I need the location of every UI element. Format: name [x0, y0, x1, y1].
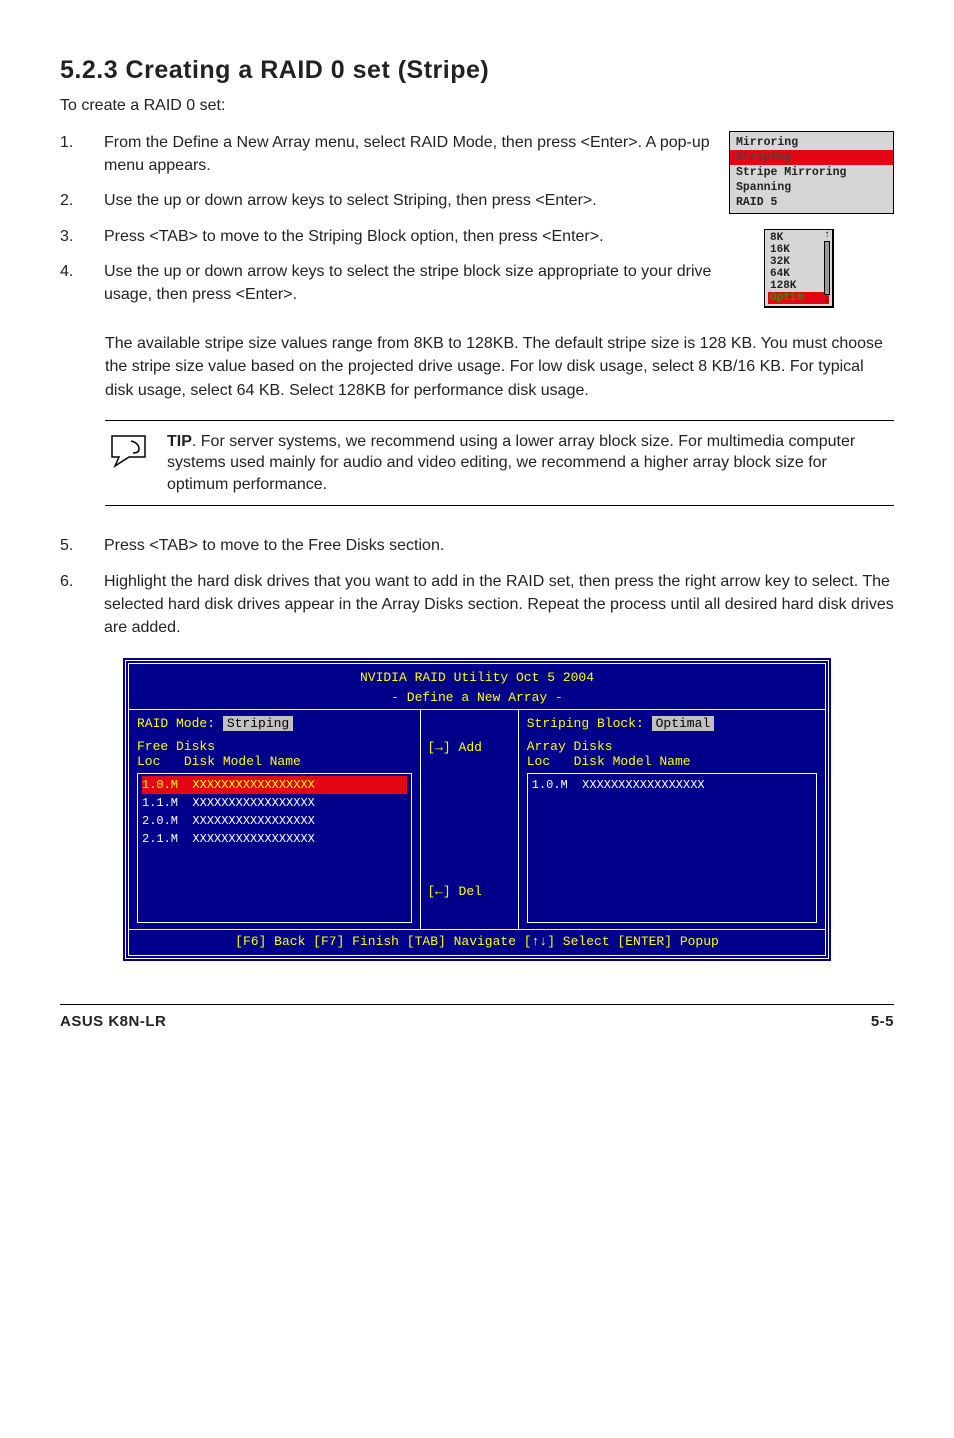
footer-left: ASUS K8N-LR — [60, 1013, 166, 1030]
menu-item-spanning[interactable]: Spanning — [730, 180, 893, 195]
free-disks-label: Free Disks — [137, 739, 412, 754]
add-hint: [→] Add — [427, 740, 511, 755]
note-icon — [109, 433, 151, 469]
block-optim[interactable]: Optim — [768, 292, 829, 304]
block-16k[interactable]: 16K — [768, 244, 829, 256]
step-text: Use the up or down arrow keys to select … — [104, 260, 752, 306]
array-disks-list[interactable]: 1.0.M XXXXXXXXXXXXXXXXX — [527, 773, 817, 923]
loc-header: Loc — [137, 754, 160, 769]
tip-callout: TIP. For server systems, we recommend us… — [105, 420, 894, 507]
step-text: From the Define a New Array menu, select… — [104, 131, 717, 177]
menu-item-raid5[interactable]: RAID 5 — [730, 195, 893, 210]
step-num-2: 2. — [60, 189, 80, 212]
step-num-1: 1. — [60, 131, 80, 177]
step-text: Use the up or down arrow keys to select … — [104, 189, 597, 212]
raid-mode-label: RAID Mode: — [137, 716, 215, 731]
loc-header: Loc — [527, 754, 550, 769]
block-8k[interactable]: 8K — [768, 232, 829, 244]
menu-item-stripe-mirroring[interactable]: Stripe Mirroring — [730, 165, 893, 180]
bios-subtitle: - Define a New Array - — [129, 688, 825, 708]
step-num-4: 4. — [60, 260, 80, 306]
footer-right: 5-5 — [871, 1013, 894, 1030]
striping-block-label: Striping Block: — [527, 716, 644, 731]
arrow-down-icon: ↓ — [824, 295, 830, 306]
menu-item-mirroring[interactable]: Mirroring — [730, 135, 893, 150]
striping-block-value[interactable]: Optimal — [652, 716, 715, 731]
raid-mode-popup: Mirroring Striping Stripe Mirroring Span… — [729, 131, 894, 214]
step-num-5: 5. — [60, 534, 80, 557]
nvidia-raid-utility: NVIDIA RAID Utility Oct 5 2004 - Define … — [122, 657, 832, 962]
menu-item-striping[interactable]: Striping — [730, 150, 893, 165]
block-128k[interactable]: 128K — [768, 280, 829, 292]
block-32k[interactable]: 32K — [768, 256, 829, 268]
scrollbar[interactable] — [824, 241, 830, 295]
block-64k[interactable]: 64K — [768, 268, 829, 280]
step-text: Highlight the hard disk drives that you … — [104, 570, 894, 640]
raid-mode-value[interactable]: Striping — [223, 716, 293, 731]
array-disks-label: Array Disks — [527, 739, 817, 754]
model-header: Disk Model Name — [184, 754, 301, 769]
disk-row[interactable]: 1.1.M XXXXXXXXXXXXXXXXX — [142, 794, 407, 812]
disk-row[interactable]: 2.0.M XXXXXXXXXXXXXXXXX — [142, 812, 407, 830]
bios-title: NVIDIA RAID Utility Oct 5 2004 — [129, 668, 825, 688]
bios-footer-hints: [F6] Back [F7] Finish [TAB] Navigate [↑↓… — [129, 929, 825, 953]
step-num-3: 3. — [60, 225, 80, 248]
step-num-6: 6. — [60, 570, 80, 640]
tip-label: TIP — [167, 433, 192, 450]
block-size-popup: ↑ 8K 16K 32K 64K 128K Optim ↓ — [764, 229, 834, 308]
disk-row[interactable]: 1.0.M XXXXXXXXXXXXXXXXX — [532, 776, 812, 794]
step-text: Press <TAB> to move to the Free Disks se… — [104, 534, 444, 557]
disk-row-selected[interactable]: 1.0.M XXXXXXXXXXXXXXXXX — [142, 776, 407, 794]
step-text: Press <TAB> to move to the Striping Bloc… — [104, 225, 604, 248]
arrow-up-icon: ↑ — [824, 230, 830, 241]
section-heading: 5.2.3 Creating a RAID 0 set (Stripe) — [60, 56, 894, 85]
stripe-size-note: The available stripe size values range f… — [105, 332, 894, 402]
free-disks-list[interactable]: 1.0.M XXXXXXXXXXXXXXXXX 1.1.M XXXXXXXXXX… — [137, 773, 412, 923]
intro-text: To create a RAID 0 set: — [60, 97, 894, 115]
disk-row[interactable]: 2.1.M XXXXXXXXXXXXXXXXX — [142, 830, 407, 848]
model-header: Disk Model Name — [574, 754, 691, 769]
del-hint: [←] Del — [427, 884, 511, 899]
tip-text: . For server systems, we recommend using… — [167, 433, 855, 493]
